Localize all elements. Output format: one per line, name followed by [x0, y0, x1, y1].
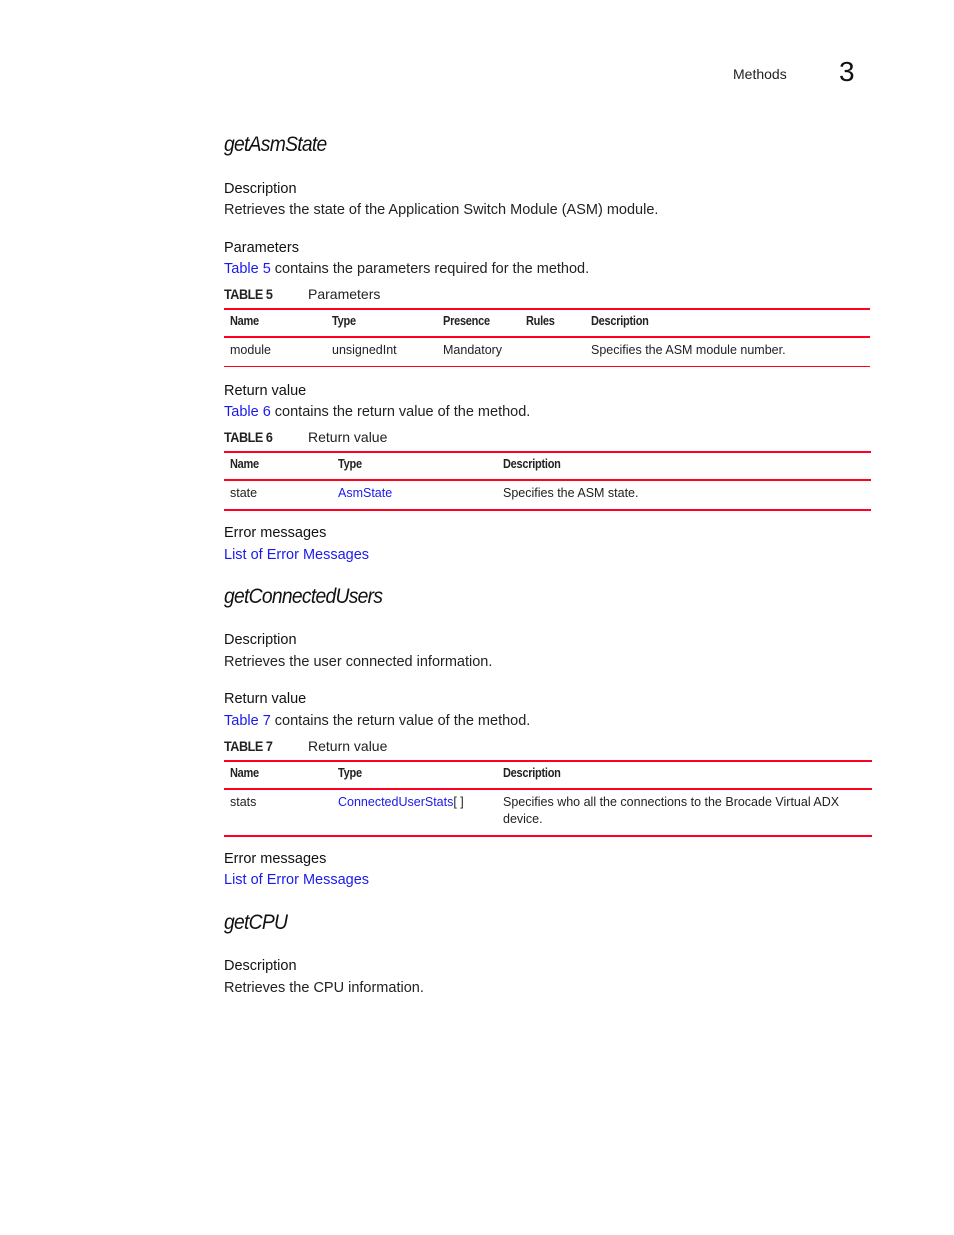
- error-messages-link[interactable]: List of Error Messages: [224, 872, 369, 888]
- column-header: Name: [224, 452, 332, 481]
- table-number: TABLE 6: [224, 429, 273, 445]
- column-header: Name: [224, 309, 326, 338]
- column-header: Type: [332, 452, 497, 481]
- cell-name: stats: [224, 789, 332, 837]
- table-row: state AsmState Specifies the ASM state.: [224, 480, 871, 511]
- cell-type: unsignedInt: [326, 337, 437, 367]
- cell-description: Specifies who all the connections to the…: [497, 789, 872, 837]
- cell-name: state: [224, 480, 332, 511]
- array-suffix: [ ]: [453, 795, 464, 809]
- section-title: Methods: [733, 66, 787, 82]
- table-number: TABLE 5: [224, 286, 273, 302]
- return-value-intro-text: contains the return value of the method.: [270, 713, 531, 729]
- return-value-heading: Return value: [224, 383, 307, 399]
- description-heading: Description: [224, 958, 297, 974]
- table-7-link[interactable]: Table 7: [224, 713, 271, 729]
- asmstate-link[interactable]: AsmState: [338, 486, 392, 500]
- cell-presence: Mandatory: [437, 337, 520, 367]
- table-5-link[interactable]: Table 5: [224, 261, 271, 277]
- column-header: Rules: [520, 309, 585, 338]
- column-header: Presence: [437, 309, 520, 338]
- method-title-getasmstate: getAsmState: [224, 133, 327, 156]
- method-title-getcpu: getCPU: [224, 911, 288, 934]
- return-value-heading: Return value: [224, 691, 307, 707]
- return-value-intro-text: contains the return value of the method.: [270, 404, 531, 420]
- error-messages-heading: Error messages: [224, 525, 327, 541]
- column-header: Description: [497, 452, 871, 481]
- return-value-intro: Table 6 contains the return value of the…: [224, 404, 530, 420]
- running-header: Methods 3: [0, 56, 954, 88]
- column-header: Description: [497, 761, 872, 790]
- table-caption-text: Return value: [308, 738, 388, 754]
- table-caption-text: Return value: [308, 429, 388, 445]
- cell-description: Specifies the ASM state.: [497, 480, 871, 511]
- cell-type: ConnectedUserStats[ ]: [332, 789, 497, 837]
- cell-type: AsmState: [332, 480, 497, 511]
- cell-name: module: [224, 337, 326, 367]
- column-header: Description: [585, 309, 870, 338]
- method-title-getconnectedusers: getConnectedUsers: [224, 585, 383, 608]
- description-text: Retrieves the CPU information.: [224, 980, 424, 996]
- parameters-heading: Parameters: [224, 240, 299, 256]
- table-header-row: Name Type Description: [224, 452, 871, 481]
- return-value-intro: Table 7 contains the return value of the…: [224, 713, 530, 729]
- table-caption-text: Parameters: [308, 286, 381, 302]
- description-heading: Description: [224, 632, 297, 648]
- return-value-table: Name Type Description stats ConnectedUse…: [224, 760, 872, 837]
- table-6-caption: TABLE 6 Return value: [224, 429, 387, 445]
- table-row: stats ConnectedUserStats[ ] Specifies wh…: [224, 789, 872, 837]
- parameters-intro: Table 5 contains the parameters required…: [224, 261, 589, 277]
- cell-description: Specifies the ASM module number.: [585, 337, 870, 367]
- table-5-caption: TABLE 5 Parameters: [224, 286, 380, 302]
- table-header-row: Name Type Description: [224, 761, 872, 790]
- table-6-link[interactable]: Table 6: [224, 404, 271, 420]
- chapter-number: 3: [839, 56, 855, 87]
- error-messages-link[interactable]: List of Error Messages: [224, 547, 369, 563]
- parameters-table: Name Type Presence Rules Description mod…: [224, 308, 870, 367]
- table-row: module unsignedInt Mandatory Specifies t…: [224, 337, 870, 367]
- column-header: Name: [224, 761, 332, 790]
- error-messages-heading: Error messages: [224, 851, 327, 867]
- column-header: Type: [332, 761, 497, 790]
- connecteduserstats-link[interactable]: ConnectedUserStats: [338, 795, 453, 809]
- parameters-intro-text: contains the parameters required for the…: [270, 261, 590, 277]
- table-header-row: Name Type Presence Rules Description: [224, 309, 870, 338]
- column-header: Type: [326, 309, 437, 338]
- cell-rules: [520, 337, 585, 367]
- description-heading: Description: [224, 181, 297, 197]
- table-number: TABLE 7: [224, 738, 273, 754]
- description-text: Retrieves the user connected information…: [224, 654, 493, 670]
- description-text: Retrieves the state of the Application S…: [224, 202, 659, 218]
- table-7-caption: TABLE 7 Return value: [224, 738, 387, 754]
- return-value-table: Name Type Description state AsmState Spe…: [224, 451, 871, 511]
